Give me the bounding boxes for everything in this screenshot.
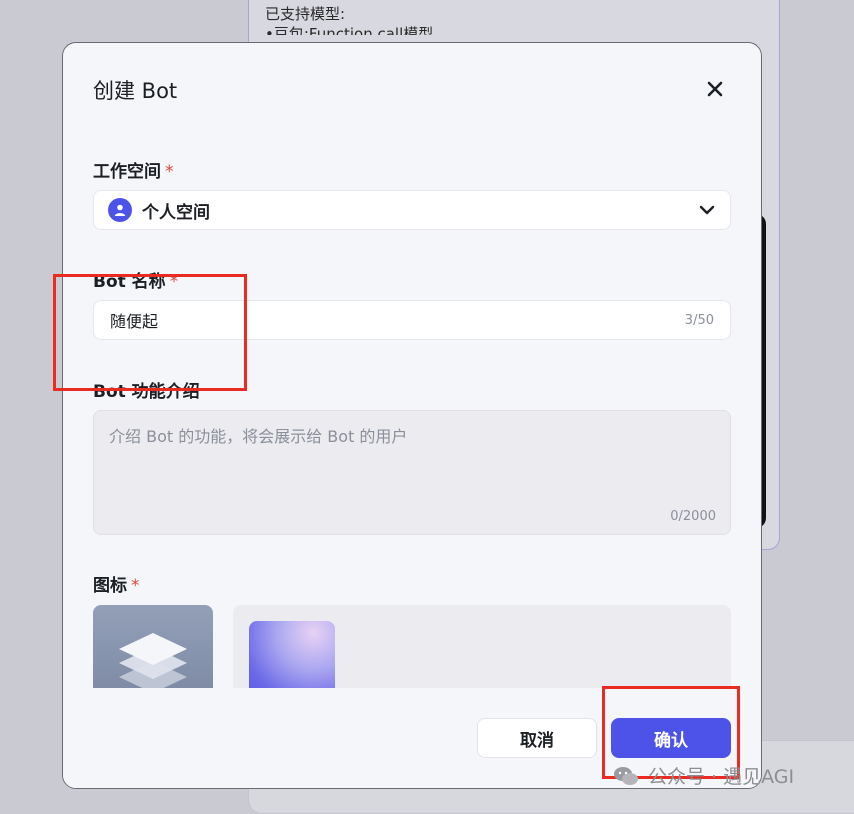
background-text: 已支持模型: xyxy=(265,5,346,23)
user-icon xyxy=(108,198,132,222)
icon-gallery xyxy=(233,605,731,701)
close-button[interactable] xyxy=(703,77,727,101)
workspace-label: 工作空间 * xyxy=(93,157,174,182)
bot-name-label: Bot 名称 * xyxy=(93,267,178,292)
required-mark: * xyxy=(169,272,179,292)
workspace-label-text: 工作空间 xyxy=(93,162,161,182)
create-bot-dialog: 创建 Bot 工作空间 * 个人空间 Bot 名称 * 随便起 3/50 Bot 功… xyxy=(62,42,762,789)
icon-label: 图标 * xyxy=(93,571,140,596)
bot-description-textarea[interactable]: 介绍 Bot 的功能，将会展示给 Bot 的用户 0/2000 xyxy=(93,410,731,535)
dialog-title: 创建 Bot xyxy=(93,79,178,103)
bot-description-label: Bot 功能介绍 xyxy=(93,382,200,402)
bot-name-input[interactable]: 随便起 3/50 xyxy=(93,300,731,340)
close-icon xyxy=(707,81,723,97)
layers-icon xyxy=(119,633,187,693)
workspace-select[interactable]: 个人空间 xyxy=(93,190,731,230)
required-mark: * xyxy=(131,576,140,596)
bot-description-placeholder: 介绍 Bot 的功能，将会展示给 Bot 的用户 xyxy=(109,427,408,446)
bot-description-counter: 0/2000 xyxy=(670,509,716,524)
bot-name-label-text: Bot 名称 xyxy=(93,272,166,292)
wechat-icon xyxy=(614,766,638,785)
required-mark: * xyxy=(165,162,174,182)
cancel-button[interactable]: 取消 xyxy=(477,718,597,758)
watermark: 公众号 · 遇见AGI xyxy=(612,762,794,789)
workspace-selected-value: 个人空间 xyxy=(142,202,210,223)
icon-label-text: 图标 xyxy=(93,576,127,596)
bot-name-counter: 3/50 xyxy=(684,312,714,328)
confirm-button[interactable]: 确认 xyxy=(611,718,731,758)
bot-name-value[interactable]: 随便起 xyxy=(110,308,685,332)
chevron-down-icon xyxy=(698,201,716,219)
watermark-text: 公众号 · 遇见AGI xyxy=(648,766,795,788)
bot-icon-preview[interactable] xyxy=(93,605,213,695)
background-text-2: •豆包:Function call模型 xyxy=(265,25,434,35)
